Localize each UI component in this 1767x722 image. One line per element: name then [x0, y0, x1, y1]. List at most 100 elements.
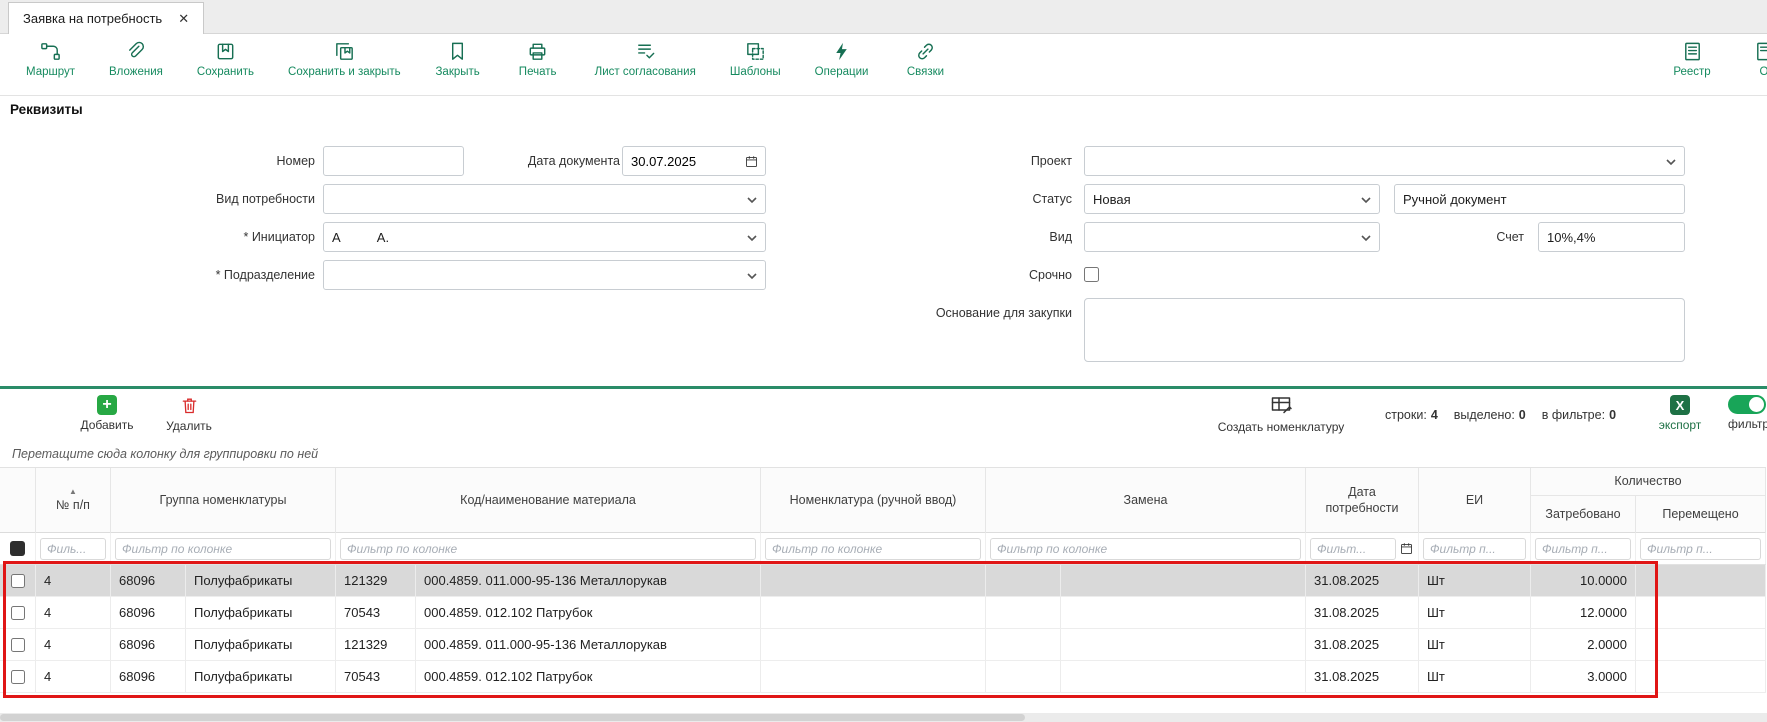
filter-input-unit[interactable] [1423, 538, 1526, 560]
header-checkbox-cell [0, 468, 36, 534]
horizontal-scrollbar[interactable] [0, 713, 1767, 722]
kind-select[interactable] [1084, 222, 1380, 252]
row-checkbox[interactable] [11, 606, 25, 620]
filter-cell-num [36, 533, 111, 564]
add-row-button[interactable]: + Добавить [72, 395, 142, 432]
route-button[interactable]: Маршрут [26, 40, 75, 78]
links-button[interactable]: Связки [902, 40, 948, 78]
column-header-moved[interactable]: Перемещено [1636, 496, 1766, 534]
templates-button[interactable]: Шаблоны [730, 40, 781, 78]
reason-textarea[interactable] [1084, 298, 1685, 362]
approval-sheet-label: Лист согласования [595, 66, 696, 78]
table-filter-row [0, 533, 1766, 565]
cell-group-name: Полуфабрикаты [186, 597, 336, 628]
cell-num: 4 [36, 661, 111, 692]
table-row[interactable]: 4 68096 Полуфабрикаты 70543 000.4859. 01… [0, 597, 1766, 629]
cell-num: 4 [36, 629, 111, 660]
filter-input-requested[interactable] [1535, 538, 1631, 560]
print-button[interactable]: Печать [515, 40, 561, 78]
delete-row-button[interactable]: Удалить [154, 395, 224, 433]
status-label: Статус [872, 184, 1072, 214]
column-header-requested[interactable]: Затребовано [1531, 496, 1636, 534]
save-close-label: Сохранить и закрыть [288, 66, 401, 78]
column-header-date[interactable]: Дата потребности [1306, 468, 1419, 534]
save-button[interactable]: Сохранить [197, 40, 254, 78]
export-label: экспорт [1659, 418, 1702, 432]
need-type-select[interactable] [323, 184, 766, 214]
table-row[interactable]: 4 68096 Полуфабрикаты 121329 000.4859. 0… [0, 629, 1766, 661]
column-header-material[interactable]: Код/наименование материала [336, 468, 761, 534]
create-nomenclature-button[interactable]: Создать номенклатуру [1196, 393, 1366, 434]
export-excel-button[interactable]: X экспорт [1652, 395, 1708, 432]
initiator-select[interactable]: А А. [323, 222, 766, 252]
column-header-replace[interactable]: Замена [986, 468, 1306, 534]
project-select[interactable] [1084, 146, 1685, 176]
row-checkbox[interactable] [11, 574, 25, 588]
urgent-checkbox[interactable] [1084, 267, 1099, 282]
doc-date-input[interactable] [631, 154, 744, 169]
number-input[interactable] [323, 146, 464, 176]
save-close-button[interactable]: Сохранить и закрыть [288, 40, 401, 78]
tab-bar: Заявка на потребность ✕ [0, 0, 1767, 34]
close-doc-button[interactable]: Закрыть [435, 40, 481, 78]
save-close-icon [333, 40, 356, 63]
cell-num: 4 [36, 597, 111, 628]
doc-date-field[interactable] [622, 146, 766, 176]
kind-label: Вид [872, 222, 1072, 252]
column-header-num[interactable]: ▲ № п/п [36, 468, 111, 534]
group-by-drop-zone[interactable]: Перетащите сюда колонку для группировки … [0, 441, 1767, 467]
manual-doc-input[interactable] [1394, 184, 1685, 214]
account-input[interactable] [1538, 222, 1685, 252]
cell-replace-name [1061, 565, 1306, 596]
filter-input-group[interactable] [115, 538, 331, 560]
registry-label: Реестр [1673, 66, 1710, 78]
operations-button[interactable]: Операции [815, 40, 869, 78]
tab-request-for-need[interactable]: Заявка на потребность ✕ [8, 2, 204, 34]
filter-toggle[interactable]: фильтр [1728, 395, 1767, 431]
row-checkbox[interactable] [11, 638, 25, 652]
filter-input-replace[interactable] [990, 538, 1301, 560]
table-row[interactable]: 4 68096 Полуфабрикаты 70543 000.4859. 01… [0, 661, 1766, 693]
select-all-checkbox-icon[interactable] [10, 541, 25, 556]
cell-unit: Шт [1419, 629, 1531, 660]
route-label: Маршрут [26, 66, 75, 78]
tab-close-icon[interactable]: ✕ [178, 11, 189, 27]
scrollbar-thumb[interactable] [0, 714, 1025, 721]
filter-input-date[interactable] [1310, 538, 1396, 560]
delete-row-label: Удалить [166, 419, 212, 433]
paperclip-icon [124, 40, 147, 63]
status-select[interactable]: Новая [1084, 184, 1380, 214]
filter-cell-manual [761, 533, 986, 564]
filter-input-moved[interactable] [1640, 538, 1761, 560]
calendar-icon[interactable] [1399, 541, 1414, 556]
column-header-manual[interactable]: Номенклатура (ручной ввод) [761, 468, 986, 534]
requisites-section-title: Реквизиты [0, 96, 1767, 122]
attachments-button[interactable]: Вложения [109, 40, 163, 78]
cell-moved [1636, 661, 1766, 692]
registry-button[interactable]: Реестр [1669, 40, 1715, 78]
cell-date: 31.08.2025 [1306, 565, 1419, 596]
toggle-on-icon[interactable] [1728, 395, 1766, 414]
filter-input-num[interactable] [40, 538, 106, 560]
filter-cell-date [1306, 533, 1419, 564]
approval-sheet-button[interactable]: Лист согласования [595, 40, 696, 78]
filter-input-material[interactable] [340, 538, 756, 560]
cell-group-name: Полуфабрикаты [186, 565, 336, 596]
row-checkbox[interactable] [11, 670, 25, 684]
cell-group-name: Полуфабрикаты [186, 629, 336, 660]
department-select[interactable] [323, 260, 766, 290]
filter-cell-unit [1419, 533, 1531, 564]
add-row-label: Добавить [80, 418, 133, 432]
sort-ascending-icon: ▲ [69, 488, 77, 496]
select-all-cell[interactable] [0, 533, 36, 564]
cell-date: 31.08.2025 [1306, 661, 1419, 692]
cell-replace-name [1061, 661, 1306, 692]
overflow-button[interactable]: О [1741, 40, 1767, 78]
column-header-unit[interactable]: ЕИ [1419, 468, 1531, 534]
main-toolbar: Маршрут Вложения Сохранить Сохранить и з… [0, 34, 1767, 96]
table-row[interactable]: 4 68096 Полуфабрикаты 121329 000.4859. 0… [0, 565, 1766, 597]
column-header-group[interactable]: Группа номенклатуры [111, 468, 336, 534]
filter-input-manual[interactable] [765, 538, 981, 560]
calendar-icon[interactable] [744, 154, 759, 169]
filter-toggle-label: фильтр [1728, 417, 1767, 431]
